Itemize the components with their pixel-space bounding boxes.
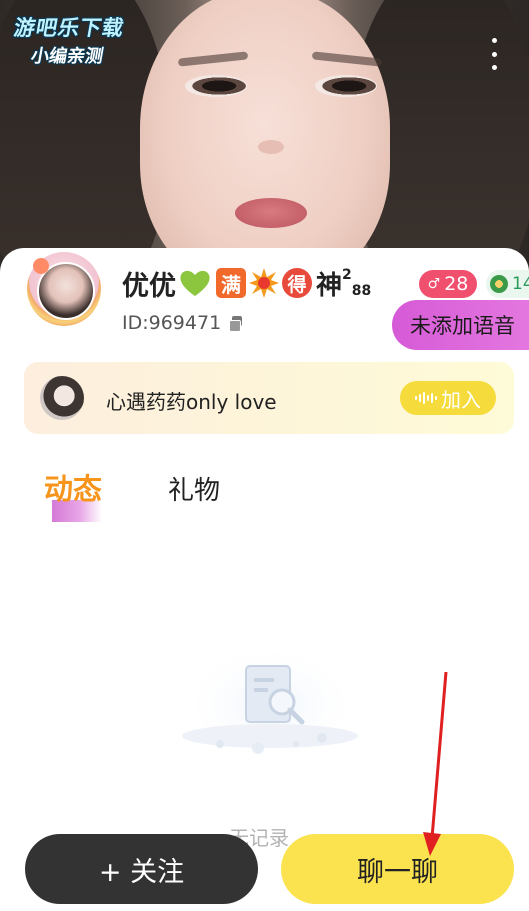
more-vertical-icon[interactable] xyxy=(488,38,500,70)
chat-button[interactable]: 聊一聊 xyxy=(281,834,514,904)
follow-button[interactable]: + 关注 xyxy=(25,834,258,904)
follow-label: + 关注 xyxy=(98,856,185,888)
gem-icon xyxy=(490,275,508,293)
badge-de: 得 xyxy=(282,268,312,298)
voice-intro-label: 未添加语音 xyxy=(410,314,515,338)
avatar[interactable] xyxy=(27,252,101,326)
title-subscript: 88 xyxy=(351,283,372,299)
level-value: 14 xyxy=(512,274,529,294)
copy-icon[interactable] xyxy=(229,316,243,332)
green-heart-icon xyxy=(180,270,210,296)
watermark-line2: 小编亲测 xyxy=(29,46,105,67)
gender-icon: ♂ xyxy=(427,276,441,292)
group-banner[interactable]: 心遇药药only love 加入 xyxy=(24,362,514,434)
user-name: 优优 xyxy=(122,270,176,302)
tab-gifts[interactable]: 礼物 xyxy=(168,470,220,507)
watermark-logo: 游吧乐下载 小编亲测 xyxy=(7,12,127,68)
watermark-line1: 游吧乐下载 xyxy=(12,16,127,40)
voice-intro-button[interactable]: 未添加语音 xyxy=(392,300,529,350)
level-badge: 14 xyxy=(486,270,529,298)
id-row: ID:969471 xyxy=(122,312,243,334)
title-badge: 神 xyxy=(316,270,343,301)
tab-moments[interactable]: 动态 xyxy=(44,466,102,508)
group-name: 心遇药药only love xyxy=(106,390,277,414)
gender-age-value: 28 xyxy=(444,273,469,295)
badge-man: 满 xyxy=(216,268,246,298)
group-avatar xyxy=(40,376,84,420)
join-label: 加入 xyxy=(441,387,481,412)
title-superscript: 2 xyxy=(342,267,352,283)
profile-cover-photo: 游吧乐下载 小编亲测 xyxy=(0,0,529,290)
annotation-arrow xyxy=(423,671,448,856)
gender-age-badge: ♂ 28 xyxy=(419,270,477,298)
sound-wave-icon xyxy=(415,392,437,404)
empty-state-illustration xyxy=(180,636,360,758)
burst-icon xyxy=(249,268,279,298)
user-id: ID:969471 xyxy=(122,312,222,334)
join-group-button[interactable]: 加入 xyxy=(400,381,496,415)
name-row: 优优 满 得 神 2 88 xyxy=(122,265,372,302)
